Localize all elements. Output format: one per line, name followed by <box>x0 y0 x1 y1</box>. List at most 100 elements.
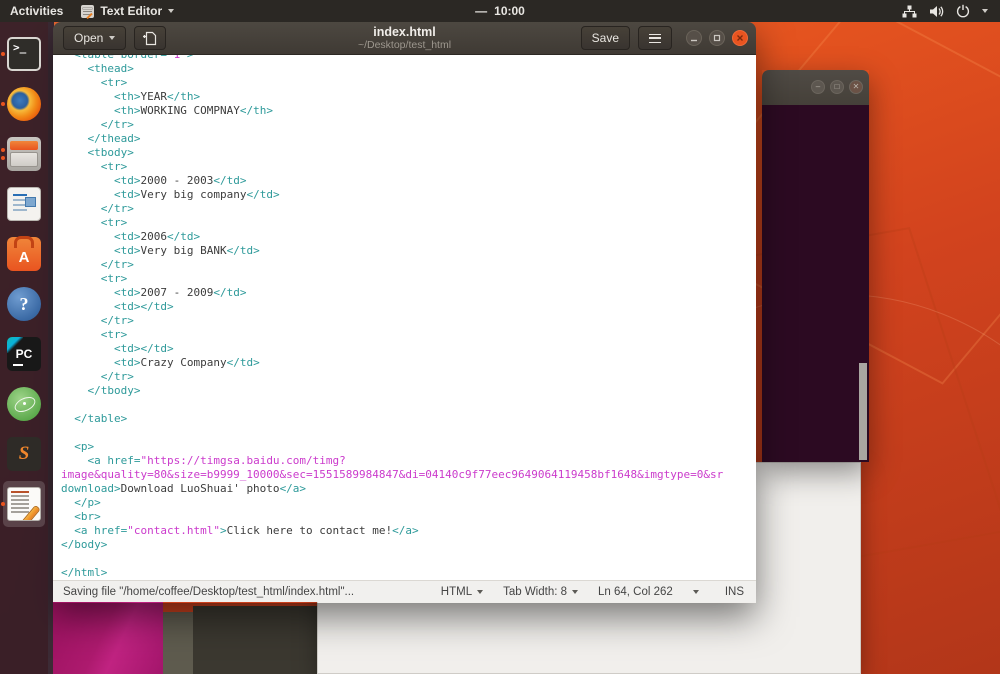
code-line: <tr> <box>61 76 756 90</box>
clock-prefix: — <box>475 4 487 18</box>
code-line: </thead> <box>61 132 756 146</box>
document-title: index.html <box>358 25 451 39</box>
chevron-down-icon <box>477 590 483 594</box>
dock-item-sublime-text[interactable]: S <box>0 429 48 479</box>
dock-item-libreoffice-writer[interactable] <box>0 179 48 229</box>
code-line: <td>2006</td> <box>61 230 756 244</box>
text-editor-window: Open index.html ~/Desktop/test_html Save <box>53 22 756 603</box>
terminal-scrollbar[interactable] <box>859 363 867 460</box>
maximize-button[interactable] <box>709 30 725 46</box>
code-line: </table> <box>61 412 756 426</box>
network-icon <box>902 5 917 18</box>
help-icon: ? <box>7 287 41 321</box>
text-editor-icon <box>81 5 94 18</box>
code-line: <td>Very big company</td> <box>61 188 756 202</box>
ubuntu-software-icon: A <box>7 237 41 271</box>
editor-header-bar[interactable]: Open index.html ~/Desktop/test_html Save <box>53 22 756 55</box>
dock-item-help[interactable]: ? <box>0 279 48 329</box>
running-indicator <box>1 52 5 56</box>
terminal-icon: >_ <box>7 37 41 71</box>
cursor-position-label: Ln 64, Col 262 <box>598 586 673 598</box>
code-line <box>61 398 756 412</box>
volume-icon <box>929 5 944 18</box>
background-window-fragment <box>163 612 193 674</box>
minimize-button[interactable] <box>686 30 702 46</box>
firefox-icon <box>7 87 41 121</box>
chevron-down-icon <box>693 590 699 594</box>
code-line: <a href="contact.html">Click here to con… <box>61 524 756 538</box>
minimize-icon <box>690 34 698 42</box>
terminal-titlebar[interactable]: – □ ✕ <box>762 70 869 105</box>
dock-item-text-editor[interactable] <box>0 479 48 529</box>
terminal-close-button[interactable]: ✕ <box>849 80 863 94</box>
code-line: <a href="https://timgsa.baidu.com/timg? <box>61 454 756 468</box>
hamburger-menu-icon <box>649 34 661 43</box>
dock-item-atom[interactable] <box>0 379 48 429</box>
language-selector[interactable]: HTML <box>433 586 491 598</box>
wallpaper-magenta-block <box>53 601 163 674</box>
dock-item-pycharm[interactable]: PC <box>0 329 48 379</box>
terminal-maximize-button[interactable]: □ <box>830 80 844 94</box>
code-line: </tr> <box>61 314 756 328</box>
code-line: <td>2000 - 2003</td> <box>61 174 756 188</box>
running-indicator <box>1 102 5 106</box>
libreoffice-writer-icon <box>7 187 41 221</box>
app-menu-label: Text Editor <box>100 4 162 18</box>
code-line: </p> <box>61 496 756 510</box>
code-line: </tr> <box>61 258 756 272</box>
language-label: HTML <box>441 586 472 598</box>
tab-width-label: Tab Width: 8 <box>503 586 567 598</box>
code-line: </tr> <box>61 370 756 384</box>
position-dropdown[interactable] <box>685 590 707 594</box>
code-line: </body> <box>61 538 756 552</box>
code-line: <br> <box>61 510 756 524</box>
running-indicator <box>1 148 5 160</box>
chevron-down-icon <box>572 590 578 594</box>
maximize-icon <box>713 34 721 42</box>
dock: >_ A? PC S <box>0 22 48 674</box>
dock-item-ubuntu-software[interactable]: A <box>0 229 48 279</box>
dock-item-files[interactable] <box>0 129 48 179</box>
background-terminal-window[interactable]: – □ ✕ <box>762 70 869 462</box>
code-content: <table border= 1 > <thead> <tr> <th>YEAR… <box>53 55 756 580</box>
code-line: <td>2007 - 2009</td> <box>61 286 756 300</box>
close-button[interactable] <box>732 30 748 46</box>
code-line <box>61 426 756 440</box>
background-window-fragment <box>193 606 317 674</box>
code-line: </tbody> <box>61 384 756 398</box>
code-line: image&quality=80&size=b9999_10000&sec=15… <box>61 468 756 482</box>
code-line: <tr> <box>61 160 756 174</box>
save-button[interactable]: Save <box>581 26 630 50</box>
menu-button[interactable] <box>638 26 672 50</box>
code-line: <td></td> <box>61 300 756 314</box>
dock-item-firefox[interactable] <box>0 79 48 129</box>
power-icon <box>956 4 970 18</box>
clock-time: 10:00 <box>494 4 525 18</box>
code-editor-area[interactable]: <table border= 1 > <thead> <tr> <th>YEAR… <box>53 55 756 580</box>
code-line: <th>YEAR</th> <box>61 90 756 104</box>
chevron-down-icon <box>982 9 988 13</box>
code-line: <td>Very big BANK</td> <box>61 244 756 258</box>
open-button[interactable]: Open <box>63 26 126 50</box>
code-line: <p> <box>61 440 756 454</box>
text-editor-icon <box>7 487 41 521</box>
pycharm-icon: PC <box>7 337 41 371</box>
new-document-button[interactable] <box>134 26 166 50</box>
code-line: <tr> <box>61 328 756 342</box>
app-menu[interactable]: Text Editor <box>81 4 174 18</box>
status-message: Saving file "/home/coffee/Desktop/test_h… <box>63 586 354 598</box>
tab-width-selector[interactable]: Tab Width: 8 <box>495 586 586 598</box>
code-line: <table border= 1 > <box>61 55 756 62</box>
close-icon <box>736 34 744 42</box>
code-line <box>61 552 756 566</box>
code-line: download>Download LuoShuai' photo</a> <box>61 482 756 496</box>
dock-item-terminal[interactable]: >_ <box>0 29 48 79</box>
activities-button[interactable]: Activities <box>10 4 63 18</box>
terminal-minimize-button[interactable]: – <box>811 80 825 94</box>
terminal-body[interactable] <box>762 105 869 462</box>
system-status-area[interactable] <box>902 4 1000 18</box>
code-line: </html> <box>61 566 756 580</box>
top-bar: Activities Text Editor — 10:00 <box>0 0 1000 22</box>
cursor-position-selector[interactable]: Ln 64, Col 262 <box>590 586 681 598</box>
code-line: <th>WORKING COMPNAY</th> <box>61 104 756 118</box>
